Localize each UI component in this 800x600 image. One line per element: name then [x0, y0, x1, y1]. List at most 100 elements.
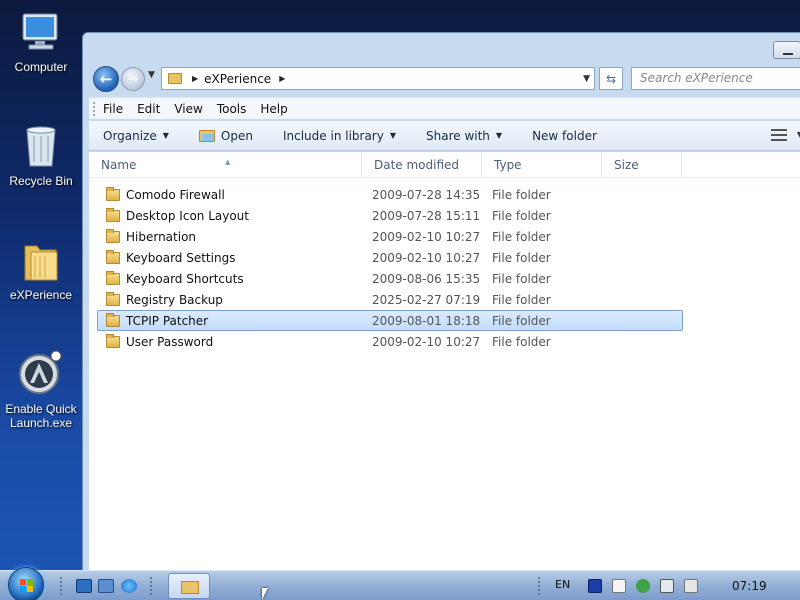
- folder-icon: [106, 249, 120, 264]
- column-header-type[interactable]: Type: [482, 152, 602, 177]
- include-in-library-button[interactable]: Include in library ▼: [283, 129, 396, 143]
- folder-icon: [106, 186, 120, 201]
- command-bar: Organize ▼ Open Include in library ▼ Share…: [89, 121, 800, 151]
- file-type: File folder: [492, 292, 551, 307]
- keyboard-layout-icon[interactable]: [588, 579, 602, 593]
- file-type: File folder: [492, 313, 551, 328]
- file-row[interactable]: Registry Backup 2025-02-27 07:19 File fo…: [97, 289, 683, 310]
- menu-tools[interactable]: Tools: [217, 102, 247, 116]
- desktop-icon-label: Enable Quick Launch.exe: [5, 402, 77, 430]
- file-date: 2009-07-28 15:11: [372, 208, 481, 223]
- folder-icon: [181, 581, 199, 594]
- chevron-right-icon[interactable]: ▶: [279, 74, 285, 83]
- start-button[interactable]: [8, 567, 44, 600]
- address-dropdown-icon[interactable]: ▼: [583, 74, 590, 84]
- file-row[interactable]: User Password 2009-02-10 10:27 File fold…: [97, 331, 683, 352]
- file-row[interactable]: Desktop Icon Layout 2009-07-28 15:11 Fil…: [97, 205, 683, 226]
- folder-icon: [106, 333, 120, 348]
- breadcrumb-experience[interactable]: eXPerience: [204, 72, 271, 86]
- file-row[interactable]: Hibernation 2009-02-10 10:27 File folder: [97, 226, 683, 247]
- file-type: File folder: [492, 187, 551, 202]
- file-row[interactable]: Keyboard Shortcuts 2009-08-06 15:35 File…: [97, 268, 683, 289]
- taskbar-clock[interactable]: 07:19: [732, 579, 767, 593]
- explorer-window: ← → ▼ ▶ eXPerience ▶ ▼ ⇆ Search eXPerien…: [82, 32, 800, 577]
- document-icon[interactable]: [612, 579, 626, 593]
- recent-pages-dropdown[interactable]: ▼: [148, 70, 155, 80]
- desktop-icon-label: eXPerience: [9, 288, 73, 302]
- file-row-selected[interactable]: TCPIP Patcher 2009-08-01 18:18 File fold…: [97, 310, 683, 331]
- taskbar: EN 07:19: [0, 567, 800, 600]
- file-list: Comodo Firewall 2009-07-28 14:35 File fo…: [97, 184, 683, 352]
- file-row[interactable]: Keyboard Settings 2009-02-10 10:27 File …: [97, 247, 683, 268]
- file-date: 2009-07-28 14:35: [372, 187, 481, 202]
- folder-icon: [106, 312, 120, 327]
- menu-edit[interactable]: Edit: [137, 102, 160, 116]
- file-row[interactable]: Comodo Firewall 2009-07-28 14:35 File fo…: [97, 184, 683, 205]
- folder-icon: [106, 291, 120, 306]
- column-header-name[interactable]: Name ▲: [89, 152, 362, 177]
- desktop-icon-label: Computer: [14, 60, 68, 74]
- file-name: Comodo Firewall: [126, 187, 225, 202]
- column-header-date-modified[interactable]: Date modified: [362, 152, 482, 177]
- recycle-bin-icon: [17, 122, 65, 170]
- window-titlebar[interactable]: [83, 33, 800, 63]
- open-button[interactable]: Open: [198, 129, 253, 143]
- show-desktop-icon[interactable]: [76, 579, 92, 593]
- share-with-button[interactable]: Share with ▼: [426, 129, 502, 143]
- file-type: File folder: [492, 271, 551, 286]
- refresh-button[interactable]: ⇆: [599, 67, 623, 90]
- taskbar-grip[interactable]: [60, 577, 63, 595]
- language-indicator[interactable]: EN: [555, 578, 570, 591]
- desktop-icon-enable-quick-launch[interactable]: Enable Quick Launch.exe: [2, 350, 80, 430]
- taskbar-grip[interactable]: [538, 577, 541, 595]
- file-date: 2009-02-10 10:27: [372, 250, 481, 265]
- file-name: Registry Backup: [126, 292, 223, 307]
- file-date: 2009-02-10 10:27: [372, 334, 481, 349]
- new-folder-button[interactable]: New folder: [532, 129, 597, 143]
- desktop-icon-computer[interactable]: Computer: [2, 8, 80, 74]
- file-date: 2025-02-27 07:19: [372, 292, 481, 307]
- address-bar[interactable]: ▶ eXPerience ▶ ▼: [161, 67, 595, 90]
- executable-icon: [17, 350, 65, 398]
- file-name: Keyboard Settings: [126, 250, 236, 265]
- file-type: File folder: [492, 250, 551, 265]
- volume-muted-icon[interactable]: [684, 579, 698, 593]
- file-name: Desktop Icon Layout: [126, 208, 249, 223]
- folder-icon: [106, 228, 120, 243]
- menu-view[interactable]: View: [174, 102, 202, 116]
- search-input[interactable]: Search eXPerience: [631, 67, 800, 90]
- chevron-right-icon[interactable]: ▶: [192, 74, 198, 83]
- back-button[interactable]: ←: [93, 66, 119, 92]
- folder-icon: [168, 73, 182, 84]
- desktop-icon-experience[interactable]: eXPerience: [2, 236, 80, 302]
- file-date: 2009-02-10 10:27: [372, 229, 481, 244]
- open-icon: [198, 129, 215, 142]
- file-name: Hibernation: [126, 229, 197, 244]
- sort-ascending-icon: ▲: [225, 158, 231, 166]
- forward-button[interactable]: →: [121, 67, 145, 91]
- taskbar-grip[interactable]: [150, 577, 153, 595]
- folder-icon: [106, 207, 120, 222]
- file-list-pane: Name ▲ Date modified Type Size Comodo Fi…: [89, 152, 800, 576]
- folder-icon: [17, 236, 65, 284]
- switch-windows-icon[interactable]: [98, 579, 114, 593]
- network-icon[interactable]: [660, 579, 674, 593]
- mouse-cursor-icon: [262, 588, 268, 600]
- column-header-row: Name ▲ Date modified Type Size: [89, 152, 800, 178]
- file-name: User Password: [126, 334, 214, 349]
- menu-help[interactable]: Help: [260, 102, 287, 116]
- internet-explorer-icon[interactable]: [121, 579, 137, 593]
- column-header-size[interactable]: Size: [602, 152, 682, 177]
- file-date: 2009-08-01 18:18: [372, 313, 481, 328]
- taskbar-button-explorer[interactable]: [168, 573, 210, 599]
- security-shield-icon[interactable]: [636, 579, 650, 593]
- desktop-icon-recycle-bin[interactable]: Recycle Bin: [2, 122, 80, 188]
- organize-button[interactable]: Organize ▼: [103, 129, 169, 143]
- menu-grip: [93, 102, 96, 116]
- menu-bar: File Edit View Tools Help: [89, 97, 800, 119]
- file-date: 2009-08-06 15:35: [372, 271, 481, 286]
- minimize-button[interactable]: [773, 41, 800, 59]
- menu-file[interactable]: File: [103, 102, 123, 116]
- file-type: File folder: [492, 334, 551, 349]
- view-options-icon[interactable]: [771, 129, 787, 141]
